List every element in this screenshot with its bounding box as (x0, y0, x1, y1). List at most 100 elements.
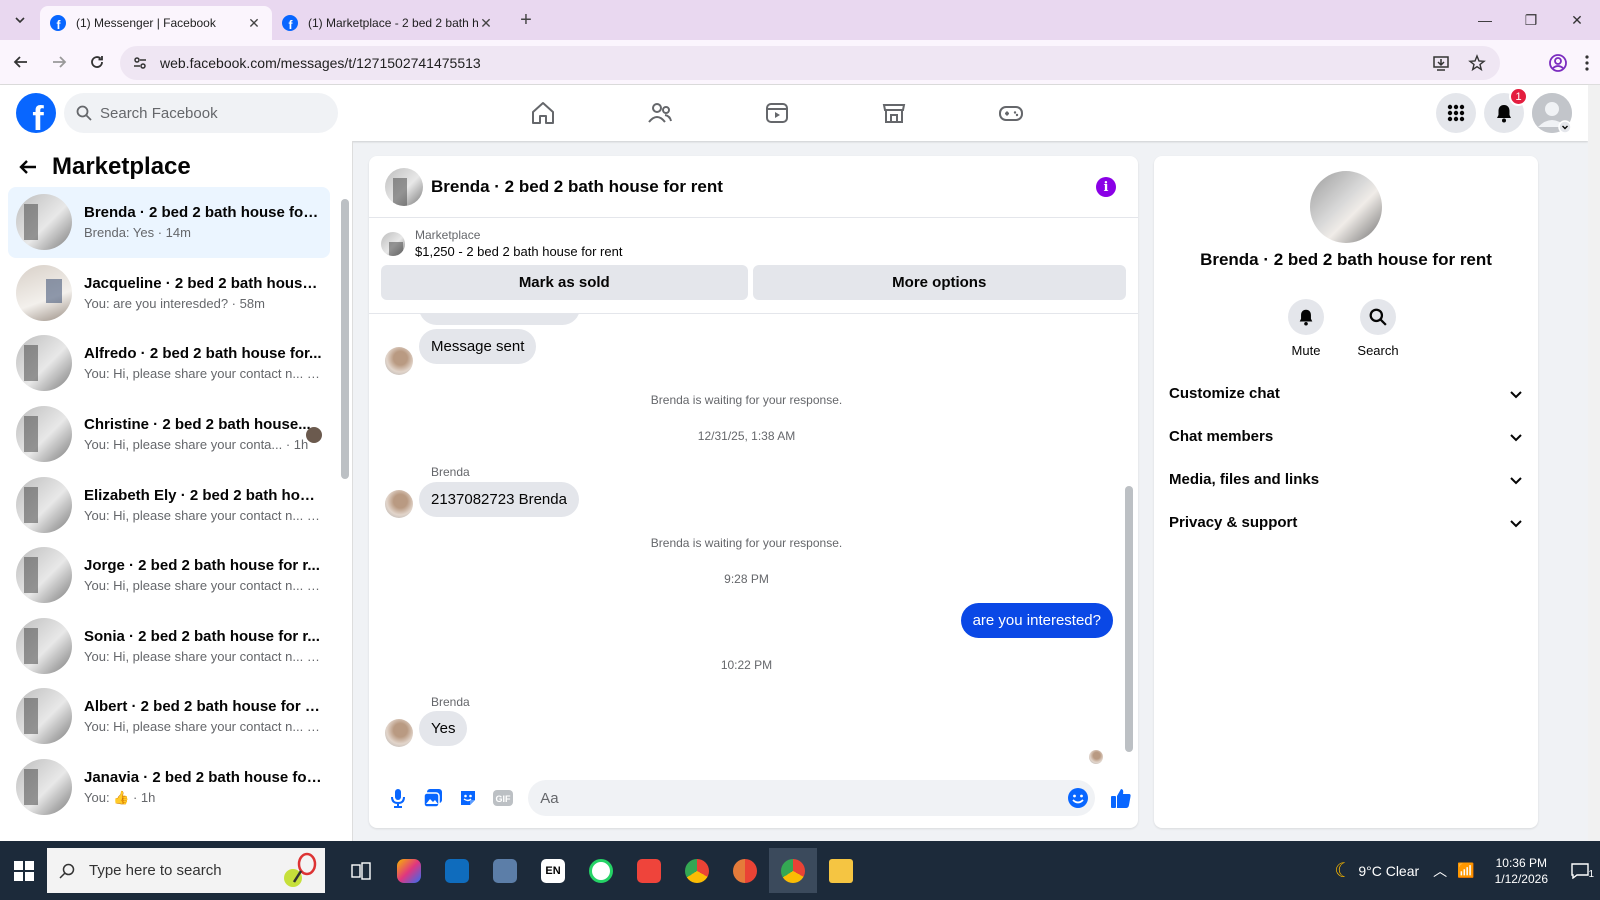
waiting-notice: Brenda is waiting for your response. (650, 536, 843, 550)
language-icon[interactable]: EN (529, 848, 577, 893)
message-input-placeholder: Aa (540, 789, 559, 807)
chrome-icon[interactable] (673, 848, 721, 893)
chrome-profile-icon[interactable] (721, 848, 769, 893)
conversation-item[interactable]: Albert · 2 bed 2 bath house for r... You:… (8, 681, 330, 752)
url-field[interactable]: web.facebook.com/messages/t/127150274147… (120, 46, 1500, 80)
chat-scrollbar[interactable] (1125, 486, 1133, 752)
notification-badge: 1 (1509, 87, 1528, 106)
weather-moon-icon[interactable]: ☾ (1334, 858, 1352, 883)
search-conversation-button[interactable]: Search (1357, 299, 1399, 358)
install-app-icon[interactable] (1432, 54, 1450, 72)
whatsapp-icon[interactable] (577, 848, 625, 893)
conversation-item[interactable]: Jacqueline · 2 bed 2 bath house ... You: … (8, 258, 330, 329)
close-window-icon[interactable]: ✕ (1554, 0, 1600, 40)
nav-video-icon[interactable] (718, 85, 835, 141)
task-view-icon[interactable] (337, 848, 385, 893)
emoji-icon[interactable] (1067, 787, 1089, 809)
chrome-active-icon[interactable] (769, 848, 817, 893)
attach-photo-icon[interactable] (416, 781, 451, 816)
notifications-bell-icon[interactable]: 1 (1484, 87, 1528, 133)
file-explorer-icon[interactable] (817, 848, 865, 893)
tab-search-button[interactable] (0, 0, 40, 40)
taskbar-clock[interactable]: 10:36 PM 1/12/2026 (1495, 855, 1548, 887)
more-options-button[interactable]: More options (752, 265, 1126, 300)
taskbar-apps: EN (337, 848, 865, 893)
marketplace-label: Marketplace (415, 228, 481, 242)
conversation-item[interactable]: Sonia · 2 bed 2 bath house for r... You: … (8, 611, 330, 682)
network-icon[interactable]: 📶 (1457, 862, 1474, 879)
mark-as-sold-button[interactable]: Mark as sold (381, 265, 748, 300)
profile-icon[interactable] (1548, 53, 1568, 73)
conversation-item[interactable]: Janavia · 2 bed 2 bath house for ... You:… (8, 752, 330, 823)
computer-app-icon[interactable] (481, 848, 529, 893)
outlook-icon[interactable] (433, 848, 481, 893)
weather-text[interactable]: 9°C Clear (1358, 863, 1419, 879)
like-thumb-icon[interactable] (1103, 781, 1138, 816)
reload-icon[interactable] (80, 45, 114, 79)
page-scrollbar[interactable] (1588, 85, 1600, 841)
site-settings-icon[interactable] (132, 55, 148, 71)
anydesk-icon[interactable] (625, 848, 673, 893)
conversation-item[interactable]: Jorge · 2 bed 2 bath house for r... You: … (8, 540, 330, 611)
minimize-icon[interactable]: — (1462, 0, 1508, 40)
search-label: Search (1357, 343, 1399, 358)
section-chat-members[interactable]: Chat members (1169, 415, 1523, 458)
conversation-name: Sonia · 2 bed 2 bath house for r... (84, 627, 320, 645)
listing-thumbnail (16, 476, 72, 533)
listing-thumbnail (16, 406, 72, 463)
taskbar-search-input[interactable]: Type here to search (47, 848, 325, 893)
windows-taskbar: Type here to search EN ☾ 9°C Clear ︿ 📶 1… (0, 841, 1600, 900)
new-tab-button[interactable]: + (512, 6, 540, 34)
facebook-logo-icon[interactable]: f (16, 93, 56, 133)
mute-button[interactable]: Mute (1286, 299, 1326, 358)
copilot-icon[interactable] (385, 848, 433, 893)
browser-tab-messenger[interactable]: f (1) Messenger | Facebook ✕ (40, 6, 272, 40)
facebook-search-input[interactable]: Search Facebook (64, 93, 338, 133)
sidebar-scrollbar[interactable] (341, 199, 349, 479)
section-media-files-links[interactable]: Media, files and links (1169, 458, 1523, 501)
voice-clip-icon[interactable] (381, 781, 416, 816)
notification-center-icon[interactable]: 1 (1560, 841, 1600, 900)
sticker-icon[interactable] (451, 781, 486, 816)
marketplace-listing-bar: Marketplace $1,250 - 2 bed 2 bath house … (369, 218, 1138, 314)
back-icon[interactable] (4, 45, 38, 79)
conversation-item[interactable]: Brenda · 2 bed 2 bath house for ... Brend… (8, 187, 330, 258)
conversation-info-icon[interactable]: i (1096, 177, 1116, 197)
tab-close-icon[interactable]: ✕ (478, 15, 494, 31)
nav-gaming-icon[interactable] (952, 85, 1069, 141)
listing-title[interactable]: $1,250 - 2 bed 2 bath house for rent (415, 244, 622, 259)
message-bubble-incoming: Message sent (419, 329, 537, 364)
listing-thumbnail[interactable] (381, 231, 405, 256)
section-privacy-support[interactable]: Privacy & support (1169, 501, 1523, 544)
menu-grid-icon[interactable] (1436, 93, 1476, 133)
conversation-item[interactable]: Alfredo · 2 bed 2 bath house for... You: … (8, 328, 330, 399)
chat-avatar[interactable] (385, 167, 423, 206)
search-icon (59, 863, 75, 879)
bookmark-star-icon[interactable] (1468, 54, 1486, 72)
facebook-header: f Search Facebook 1 (0, 85, 1588, 141)
windows-start-icon[interactable] (0, 848, 47, 893)
tray-chevron-icon[interactable]: ︿ (1433, 861, 1447, 881)
nav-home-icon[interactable] (484, 85, 601, 141)
conversation-item[interactable]: Elizabeth Ely · 2 bed 2 bath hous... You:… (8, 469, 330, 540)
search-icon (1369, 308, 1387, 326)
conversation-name: Alfredo · 2 bed 2 bath house for... (84, 345, 322, 363)
message-input[interactable]: Aa (528, 780, 1096, 816)
browser-tab-marketplace[interactable]: f (1) Marketplace - 2 bed 2 bath h ✕ (272, 6, 504, 40)
forward-icon[interactable] (42, 45, 76, 79)
section-customize-chat[interactable]: Customize chat (1169, 372, 1523, 415)
conversation-name: Albert · 2 bed 2 bath house for r... (84, 698, 322, 716)
account-avatar[interactable] (1532, 93, 1572, 133)
restore-icon[interactable]: ❐ (1508, 0, 1554, 40)
clock-time: 10:36 PM (1495, 855, 1547, 870)
nav-friends-icon[interactable] (601, 85, 718, 141)
conversation-sidebar: Marketplace Brenda · 2 bed 2 bath house … (0, 141, 353, 841)
chat-title[interactable]: Brenda · 2 bed 2 bath house for rent (431, 177, 723, 197)
browser-menu-icon[interactable] (1584, 54, 1590, 72)
nav-marketplace-icon[interactable] (835, 85, 952, 141)
gif-icon[interactable]: GIF (485, 781, 520, 816)
conversation-item[interactable]: Christine · 2 bed 2 bath house... You: Hi… (8, 399, 330, 470)
back-arrow-icon[interactable] (18, 157, 38, 177)
contact-avatar[interactable] (1310, 171, 1382, 243)
tab-close-icon[interactable]: ✕ (246, 15, 262, 31)
